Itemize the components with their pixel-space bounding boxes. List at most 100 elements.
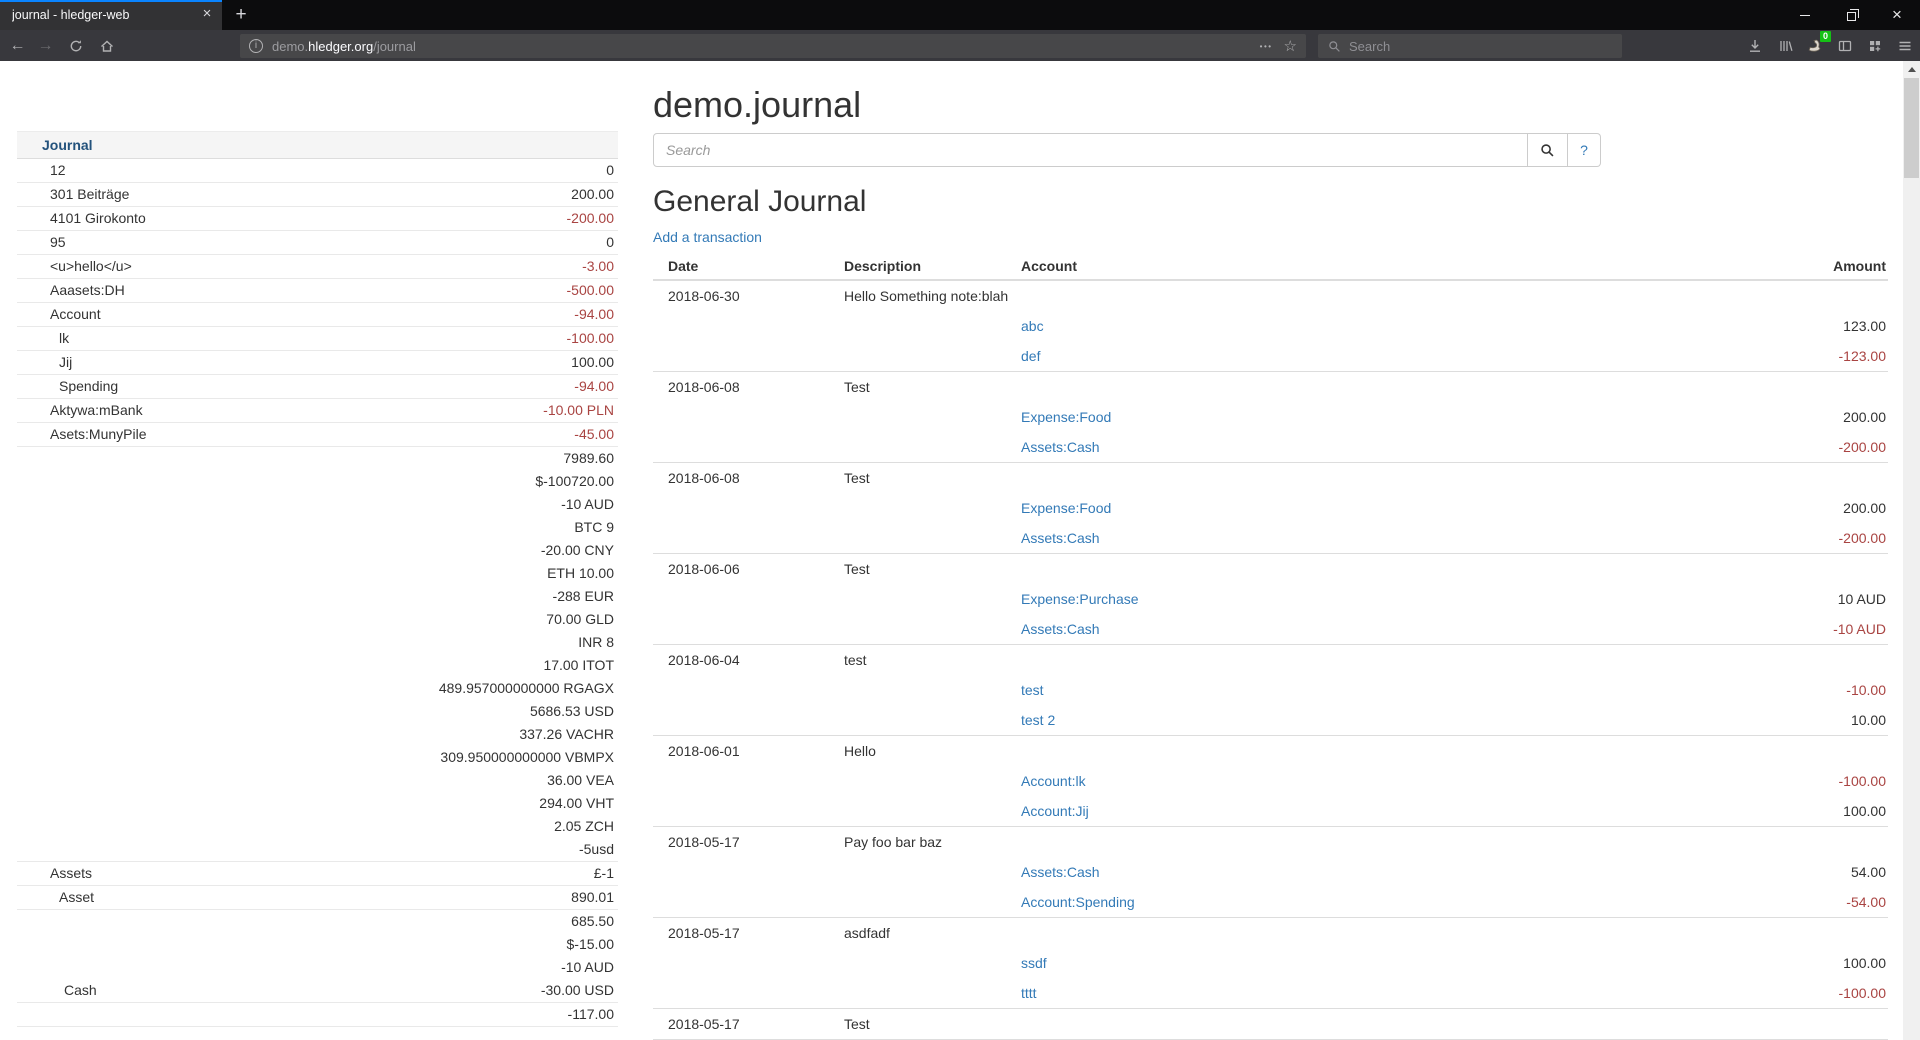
new-tab-button[interactable]: + xyxy=(228,3,254,27)
url-bar[interactable]: i demo.hledger.org/journal ••• ☆ xyxy=(240,34,1306,58)
posting-account-link[interactable]: test 2 xyxy=(1021,710,1055,730)
extension-button[interactable]: 0 xyxy=(1800,33,1828,58)
sidebar-account-link[interactable]: Assets xyxy=(17,862,92,885)
home-icon xyxy=(99,38,115,54)
journal-search-input[interactable] xyxy=(653,133,1528,167)
posting-account-link[interactable]: Account:lk xyxy=(1021,771,1086,791)
column-header-amount: Amount xyxy=(1077,256,1888,276)
transaction-description: Test xyxy=(836,1014,1021,1034)
sidebar-account-link[interactable]: Account xyxy=(17,303,101,326)
reload-button[interactable] xyxy=(62,33,89,58)
balance-amount: -10 AUD xyxy=(97,956,614,979)
posting-indent xyxy=(653,346,1021,366)
posting-account-link[interactable]: Assets:Cash xyxy=(1021,528,1100,548)
downloads-button[interactable] xyxy=(1741,33,1769,58)
posting-account-link[interactable]: Assets:Cash xyxy=(1021,619,1100,639)
sidebar-account-link[interactable]: <u>hello</u> xyxy=(17,255,132,278)
balance-amount: 890.01 xyxy=(94,886,614,909)
account-balance: 100.00 xyxy=(72,351,618,374)
posting-indent xyxy=(653,437,1021,457)
posting-indent xyxy=(653,953,1021,973)
account-balance: 0 xyxy=(66,231,618,254)
balance-amount: 17.00 ITOT xyxy=(50,654,614,677)
page-scrollbar[interactable] xyxy=(1903,61,1920,1040)
posting-account-link[interactable]: tttt xyxy=(1021,983,1037,1003)
balance-amount: 70.00 GLD xyxy=(50,608,614,631)
window-close-button[interactable]: × xyxy=(1874,0,1920,30)
balance-amount: BTC 9 xyxy=(50,516,614,539)
sidebar-account-link[interactable]: Spending xyxy=(17,375,118,398)
sidebar-account-link[interactable]: Jij xyxy=(17,351,72,374)
posting-row: test-10.00 xyxy=(653,675,1888,705)
posting-account-link[interactable]: Account:Spending xyxy=(1021,892,1135,912)
reload-icon xyxy=(68,38,84,54)
search-help-button[interactable]: ? xyxy=(1568,133,1601,167)
posting-row: test 210.00 xyxy=(653,705,1888,735)
sidebar-account-link[interactable]: Asset xyxy=(17,886,94,909)
site-info-icon[interactable]: i xyxy=(249,39,263,53)
sidebar-account-link[interactable]: 95 xyxy=(17,231,66,254)
scrollbar-up-button[interactable] xyxy=(1903,61,1920,78)
home-button[interactable] xyxy=(93,33,120,58)
scrollbar-thumb[interactable] xyxy=(1904,78,1919,178)
sidebars-button[interactable] xyxy=(1831,33,1859,58)
sidebar-account-row: <u>hello</u>-3.00 xyxy=(17,255,618,279)
forward-button[interactable]: → xyxy=(32,33,59,58)
add-transaction-link[interactable]: Add a transaction xyxy=(653,229,762,245)
sidebar-account-row: Account-94.00 xyxy=(17,303,618,327)
sidebar-account-row: Cash685.50$-15.00-10 AUD-30.00 USD xyxy=(17,910,618,1003)
page-actions-icon[interactable]: ••• xyxy=(1260,42,1273,51)
shortcuts-button[interactable] xyxy=(1861,33,1889,58)
account-balance: -3.00 xyxy=(132,255,618,278)
posting-account-link[interactable]: test xyxy=(1021,680,1044,700)
window-minimize-button[interactable] xyxy=(1782,0,1828,30)
balance-amount: 7989.60 xyxy=(50,447,614,470)
sidebar-account-row: Asset890.01 xyxy=(17,886,618,910)
transaction-date: 2018-06-30 xyxy=(653,286,836,306)
posting-account-link[interactable]: Account:Jij xyxy=(1021,801,1089,821)
posting-account-link[interactable]: abc xyxy=(1021,316,1044,336)
sidebar-account-link[interactable]: Cash xyxy=(17,979,97,1002)
bookmark-star-icon[interactable]: ☆ xyxy=(1284,37,1297,55)
transaction-row: 2018-06-08TestExpense:Food200.00Assets:C… xyxy=(653,372,1888,463)
sidebar-account-link[interactable]: 4101 Girokonto xyxy=(17,207,146,230)
posting-account-link[interactable]: Assets:Cash xyxy=(1021,862,1100,882)
window-restore-button[interactable] xyxy=(1828,0,1874,30)
library-icon xyxy=(1778,38,1794,54)
up-arrow-icon xyxy=(1908,67,1916,72)
posting-account-link[interactable]: Assets:Cash xyxy=(1021,437,1100,457)
posting-account-link[interactable]: ssdf xyxy=(1021,953,1047,973)
sidebar-account-link[interactable]: 12 xyxy=(17,159,66,182)
posting-account-link[interactable]: def xyxy=(1021,346,1040,366)
section-title: General Journal xyxy=(653,185,866,218)
sidebar-account-link[interactable]: lk xyxy=(17,327,69,350)
account-balance: -500.00 xyxy=(125,279,618,302)
balance-amount: -45.00 xyxy=(146,423,614,446)
minimize-icon xyxy=(1800,15,1810,16)
journal-link[interactable]: Journal xyxy=(42,137,93,153)
balance-amount: -94.00 xyxy=(118,375,614,398)
posting-row: Assets:Cash-200.00 xyxy=(653,432,1888,462)
posting-account-link[interactable]: Expense:Purchase xyxy=(1021,589,1139,609)
sidebar-account-link[interactable]: Aktywa:mBank xyxy=(17,399,143,422)
posting-account-link[interactable]: Expense:Food xyxy=(1021,498,1111,518)
library-button[interactable] xyxy=(1772,33,1800,58)
menu-button[interactable] xyxy=(1891,33,1919,58)
sidebar-panel-icon xyxy=(1837,38,1853,54)
transaction-date: 2018-05-17 xyxy=(653,923,836,943)
balance-amount: 0 xyxy=(66,159,614,182)
search-submit-button[interactable] xyxy=(1528,133,1568,167)
browser-tab-active[interactable]: journal - hledger-web × xyxy=(0,0,222,30)
browser-search-bar[interactable] xyxy=(1318,34,1622,58)
transaction-description: Hello xyxy=(836,741,1021,761)
posting-account-link[interactable]: Expense:Food xyxy=(1021,407,1111,427)
window-controls: × xyxy=(1782,0,1920,30)
transaction-row: 2018-06-06TestExpense:Purchase10 AUDAsse… xyxy=(653,554,1888,645)
back-button[interactable]: ← xyxy=(4,33,31,58)
tab-close-icon[interactable]: × xyxy=(198,5,216,23)
browser-search-input[interactable] xyxy=(1349,39,1622,54)
sidebar-account-link[interactable]: Asets:MunyPile xyxy=(17,423,146,446)
posting-amount: 10.00 xyxy=(1055,710,1888,730)
sidebar-account-link[interactable]: 301 Beiträge xyxy=(17,183,129,206)
sidebar-account-link[interactable]: Aaasets:DH xyxy=(17,279,125,302)
